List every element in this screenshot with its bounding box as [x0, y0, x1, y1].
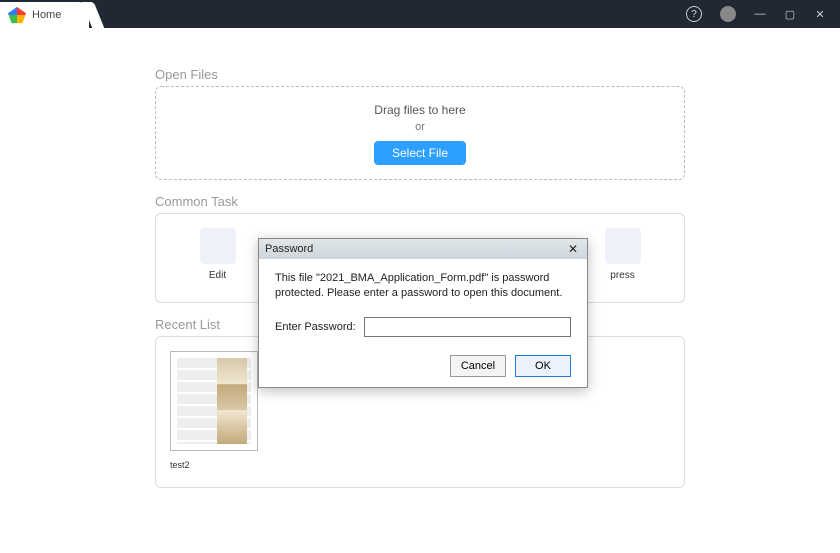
ok-button[interactable]: OK	[515, 355, 571, 377]
maximize-button[interactable]: ▢	[784, 8, 796, 21]
dialog-message: This file "2021_BMA_Application_Form.pdf…	[275, 271, 571, 301]
modal-overlay: Password ✕ This file "2021_BMA_Applicati…	[0, 28, 840, 553]
password-label: Enter Password:	[275, 321, 356, 333]
titlebar: Home ? — ▢ ✕	[0, 0, 840, 28]
dialog-titlebar[interactable]: Password ✕	[259, 239, 587, 259]
password-input[interactable]	[364, 317, 571, 337]
close-window-button[interactable]: ✕	[814, 8, 826, 21]
close-icon[interactable]: ✕	[565, 242, 581, 256]
cancel-button[interactable]: Cancel	[450, 355, 506, 377]
help-icon[interactable]: ?	[686, 6, 702, 22]
main-content: Open Files Drag files to here or Select …	[0, 28, 840, 553]
tab-home[interactable]: Home	[0, 2, 89, 28]
dialog-title: Password	[265, 243, 313, 255]
user-avatar-icon[interactable]	[720, 6, 736, 22]
app-logo-icon	[8, 6, 26, 24]
titlebar-controls: ? — ▢ ✕	[686, 6, 840, 22]
tab-label: Home	[32, 9, 61, 21]
minimize-button[interactable]: —	[754, 8, 766, 20]
password-dialog: Password ✕ This file "2021_BMA_Applicati…	[258, 238, 588, 388]
